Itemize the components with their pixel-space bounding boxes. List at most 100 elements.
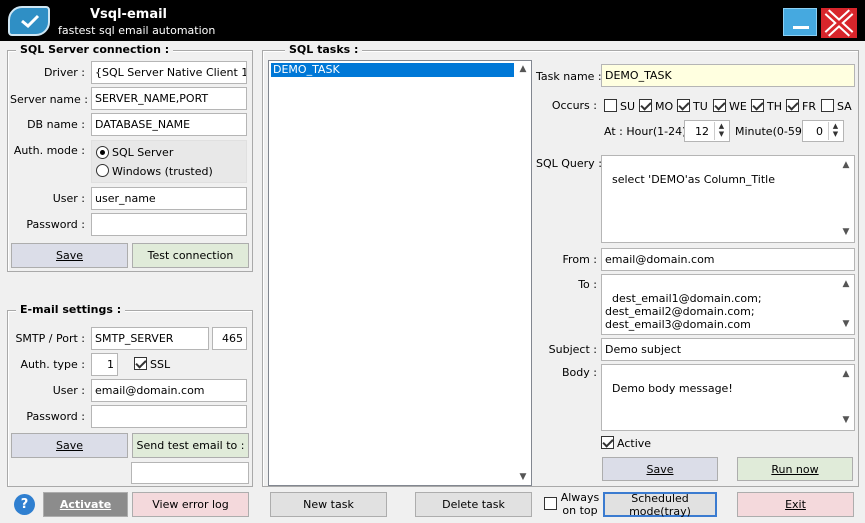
day-th-checkbox[interactable] xyxy=(751,99,764,112)
sql-password-field[interactable] xyxy=(91,213,247,236)
day-we-checkbox[interactable] xyxy=(713,99,726,112)
sql-save-button[interactable]: Save xyxy=(11,243,128,268)
smtp-server-field[interactable]: SMTP_SERVER xyxy=(91,327,209,350)
email-save-button[interactable]: Save xyxy=(11,433,128,458)
day-mo-label: MO xyxy=(655,100,674,113)
sql-connection-legend: SQL Server connection : xyxy=(16,43,174,56)
day-we-label: WE xyxy=(729,100,747,113)
minute-field[interactable]: 0 ▲ ▼ xyxy=(802,120,844,142)
sql-query-field[interactable]: select 'DEMO'as Column_Title ▲ ▼ xyxy=(601,155,855,243)
auth-windows-label: Windows (trusted) xyxy=(112,165,213,178)
day-th-label: TH xyxy=(767,100,782,113)
scroll-down-icon[interactable]: ▼ xyxy=(839,414,853,427)
auth-sql-label: SQL Server xyxy=(112,146,174,159)
auth-type-label: Auth. type : xyxy=(20,358,85,371)
server-name-label: Server name : xyxy=(10,93,88,106)
smtp-port-field[interactable]: 465 xyxy=(212,327,247,350)
subject-label: Subject : xyxy=(548,343,597,356)
email-settings-legend: E-mail settings : xyxy=(16,303,126,316)
minimize-icon xyxy=(793,26,809,29)
db-name-field[interactable]: DATABASE_NAME xyxy=(91,113,247,136)
scroll-up-icon[interactable]: ▲ xyxy=(839,368,853,381)
test-connection-button[interactable]: Test connection xyxy=(132,243,249,268)
always-on-top-checkbox[interactable] xyxy=(544,497,557,510)
scroll-up-icon[interactable]: ▲ xyxy=(839,159,853,172)
day-su-checkbox[interactable] xyxy=(604,99,617,112)
run-now-button[interactable]: Run now xyxy=(737,457,853,481)
scroll-up-icon[interactable]: ▲ xyxy=(839,278,853,291)
to-text: dest_email1@domain.com; dest_email2@doma… xyxy=(605,292,762,331)
task-save-button[interactable]: Save xyxy=(602,457,718,481)
scheduled-mode-button[interactable]: Scheduled mode(tray) xyxy=(603,492,717,518)
to-label: To : xyxy=(578,278,597,291)
auth-type-field[interactable]: 1 xyxy=(91,353,118,376)
task-name-field[interactable]: DEMO_TASK xyxy=(601,64,855,87)
smtp-port-label: SMTP / Port : xyxy=(15,332,85,345)
day-mo-checkbox[interactable] xyxy=(639,99,652,112)
auth-mode-label: Auth. mode : xyxy=(13,144,85,157)
server-name-field[interactable]: SERVER_NAME,PORT xyxy=(91,87,247,110)
exit-button[interactable]: Exit xyxy=(737,492,854,517)
day-fr-label: FR xyxy=(802,100,816,113)
email-password-field[interactable] xyxy=(91,405,247,428)
app-subtitle: fastest sql email automation xyxy=(58,24,216,37)
day-sa-checkbox[interactable] xyxy=(821,99,834,112)
active-checkbox[interactable] xyxy=(601,436,614,449)
email-user-label: User : xyxy=(52,384,85,397)
close-icon xyxy=(824,9,854,37)
task-list-scrollbar[interactable]: ▲ ▼ xyxy=(516,62,530,484)
to-field[interactable]: dest_email1@domain.com; dest_email2@doma… xyxy=(601,274,855,335)
body-scrollbar[interactable]: ▲ ▼ xyxy=(839,366,853,429)
driver-label: Driver : xyxy=(43,66,85,79)
day-su-label: SU xyxy=(620,100,636,113)
app-logo-icon xyxy=(8,6,50,36)
hour-field[interactable]: 12 ▲ ▼ xyxy=(684,120,730,142)
ssl-label: SSL xyxy=(150,358,171,371)
driver-field[interactable]: {SQL Server Native Client 11.0 xyxy=(91,61,247,84)
sql-password-label: Password : xyxy=(26,218,85,231)
sql-query-scrollbar[interactable]: ▲ ▼ xyxy=(839,157,853,241)
sql-tasks-legend: SQL tasks : xyxy=(285,43,363,56)
email-user-field[interactable]: email@domain.com xyxy=(91,379,247,402)
auth-windows-radio[interactable] xyxy=(96,164,109,177)
email-password-label: Password : xyxy=(26,410,85,423)
scroll-down-icon[interactable]: ▼ xyxy=(516,472,530,482)
sql-query-label: SQL Query : xyxy=(536,157,602,170)
minimize-button[interactable] xyxy=(783,8,817,36)
from-field[interactable]: email@domain.com xyxy=(601,248,855,271)
sql-user-label: User : xyxy=(52,192,85,205)
minute-label: Minute(0-59) xyxy=(735,125,807,138)
view-error-log-button[interactable]: View error log xyxy=(132,492,249,517)
body-label: Body : xyxy=(562,366,597,379)
help-icon[interactable]: ? xyxy=(14,494,35,515)
hour-spinner[interactable]: ▲ ▼ xyxy=(714,122,728,140)
close-button[interactable] xyxy=(821,8,857,38)
subject-field[interactable]: Demo subject xyxy=(601,338,855,361)
task-list[interactable]: DEMO_TASK ▲ ▼ xyxy=(268,60,532,486)
hour-value: 12 xyxy=(695,125,709,138)
app-title: Vsql-email xyxy=(90,7,168,22)
scroll-up-icon[interactable]: ▲ xyxy=(516,64,530,74)
scroll-down-icon[interactable]: ▼ xyxy=(839,318,853,331)
day-fr-checkbox[interactable] xyxy=(786,99,799,112)
from-label: From : xyxy=(562,253,597,266)
ssl-checkbox[interactable] xyxy=(134,357,147,370)
test-email-field[interactable] xyxy=(131,462,249,484)
active-label: Active xyxy=(617,437,652,450)
send-test-email-button[interactable]: Send test email to : xyxy=(132,433,249,458)
scroll-down-icon[interactable]: ▼ xyxy=(839,226,853,239)
sql-user-field[interactable]: user_name xyxy=(91,187,247,210)
day-tu-checkbox[interactable] xyxy=(677,99,690,112)
new-task-button[interactable]: New task xyxy=(270,492,387,517)
minute-spinner[interactable]: ▲ ▼ xyxy=(828,122,842,140)
auth-sql-radio[interactable] xyxy=(96,146,109,159)
minute-value: 0 xyxy=(816,125,823,138)
body-field[interactable]: Demo body message! ▲ ▼ xyxy=(601,364,855,431)
delete-task-button[interactable]: Delete task xyxy=(415,492,532,517)
day-tu-label: TU xyxy=(693,100,708,113)
activate-button[interactable]: Activate xyxy=(43,492,128,517)
body-text: Demo body message! xyxy=(612,382,733,395)
day-sa-label: SA xyxy=(837,100,852,113)
to-scrollbar[interactable]: ▲ ▼ xyxy=(839,276,853,333)
task-list-item[interactable]: DEMO_TASK xyxy=(271,63,514,77)
